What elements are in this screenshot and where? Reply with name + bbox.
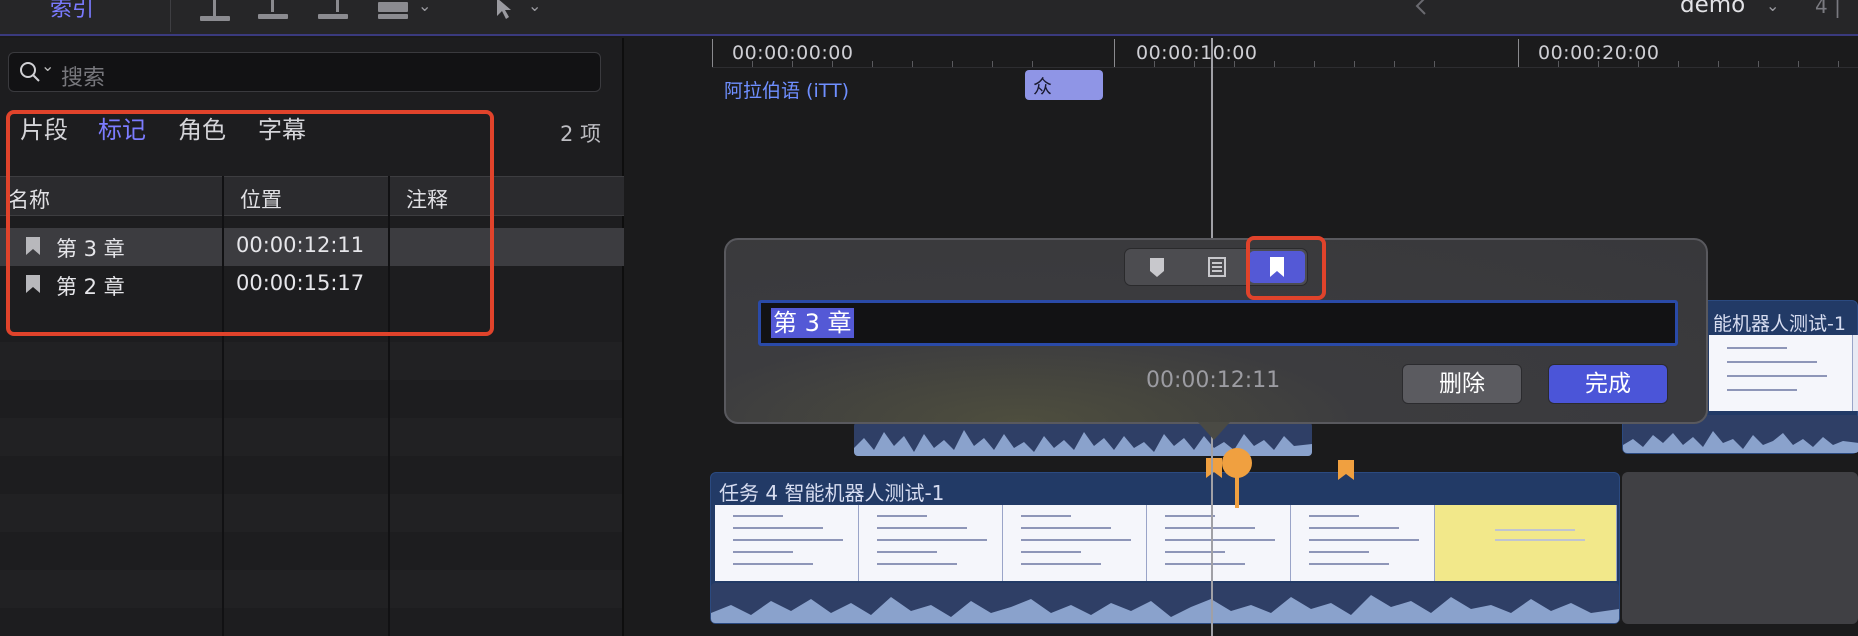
empty-row [0, 570, 622, 608]
project-name[interactable]: demo [1680, 0, 1745, 18]
search-field[interactable]: ⌄ 搜索 [8, 52, 601, 92]
item-count: 2 项 [560, 122, 602, 146]
chevron-left-icon[interactable] [1414, 0, 1428, 16]
marker-timecode: 00:00:12:11 [1146, 368, 1281, 393]
search-input[interactable]: 搜索 [61, 60, 105, 92]
audio-waveform [711, 583, 1619, 623]
clip-title: 任务 4 智能机器人测试-1 [719, 481, 945, 505]
caption-lane-label: 阿拉伯语 (iTT) [724, 80, 850, 102]
chevron-down-icon[interactable]: ⌄ [1766, 0, 1779, 15]
done-button[interactable]: 完成 [1548, 364, 1668, 404]
gap-clip[interactable] [1622, 472, 1858, 624]
popover-pointer [1198, 422, 1230, 440]
search-icon [20, 62, 40, 82]
highlight-box [1246, 236, 1326, 300]
primary-storyline-clip[interactable]: 任务 4 智能机器人测试-1 [710, 472, 1620, 624]
overwrite-clip-icon[interactable] [374, 0, 412, 26]
timeline-index-panel: ⌄ 搜索 片段 标记 角色 字幕 2 项 名称 位置 注释 第 3 章 00:0… [0, 38, 624, 636]
marker-name-field[interactable]: 第 3 章 [758, 300, 1678, 346]
clip-thumbnails [715, 505, 1617, 581]
time-ruler[interactable]: 00:00:00:00 00:00:10:00 00:00:20:00 [712, 38, 1858, 68]
standard-marker-button[interactable] [1129, 251, 1185, 283]
insert-clip-icon[interactable] [254, 0, 292, 26]
append-clip-icon[interactable] [314, 0, 352, 26]
chevron-down-icon[interactable]: ⌄ [528, 0, 541, 15]
marker-name-text[interactable]: 第 3 章 [771, 308, 854, 338]
delete-button[interactable]: 删除 [1402, 364, 1522, 404]
empty-row [0, 494, 622, 532]
chapter-marker-icon[interactable] [1338, 460, 1354, 480]
timecode-label: 00:00:20:00 [1538, 42, 1660, 64]
caption-clip-text: 众 [1033, 76, 1053, 98]
caption-clip[interactable]: 众 [1025, 70, 1103, 100]
toolbar-divider [170, 0, 171, 32]
page-indicator: 4 | [1815, 0, 1841, 18]
final-cut-window: { "toolbar": { "index_tab": "索引", "proje… [0, 0, 1858, 636]
todo-list-icon [1208, 257, 1226, 277]
standard-marker-icon [1150, 258, 1164, 277]
marker-popover: 第 3 章 00:00:12:11 删除 完成 [724, 236, 1708, 424]
timecode-label: 00:00:00:00 [732, 42, 854, 64]
empty-row [0, 418, 622, 456]
clip-thumbnails [1709, 335, 1858, 411]
connect-clip-icon[interactable] [196, 0, 234, 26]
chevron-down-icon[interactable]: ⌄ [418, 0, 431, 15]
top-toolbar: 索引 ⌄ ⌄ demo ⌄ 4 | [0, 0, 1858, 36]
chapter-marker-icon[interactable] [1206, 458, 1222, 478]
clip-title: 能机器人测试-1 [1713, 313, 1846, 335]
todo-marker-button[interactable] [1189, 251, 1245, 283]
select-tool-icon[interactable] [494, 0, 514, 20]
chevron-down-icon[interactable]: ⌄ [41, 56, 54, 75]
timecode-label: 00:00:10:00 [1136, 42, 1258, 64]
marker-pin-stem [1235, 470, 1239, 508]
empty-row [0, 342, 622, 380]
highlight-box [6, 110, 494, 336]
index-tab[interactable]: 索引 [50, 0, 94, 23]
